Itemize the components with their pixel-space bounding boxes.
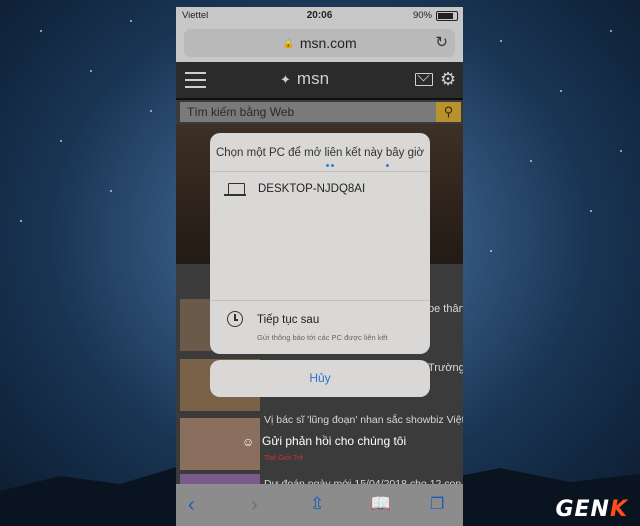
msn-header: ✦ msn ⚙ (176, 62, 463, 98)
status-bar: Viettel 20:06 90% (176, 7, 463, 24)
forward-icon[interactable]: › (251, 494, 258, 517)
feedback-icon: ☺ (242, 435, 255, 449)
url-field[interactable]: 🔒 msn.com ↻ (184, 29, 455, 57)
search-row: Tìm kiếm bằng Web ⚲ (176, 100, 463, 124)
continue-later-option[interactable]: Tiếp tục sau Gửi thông báo tới các PC đư… (210, 301, 430, 354)
msn-butterfly-icon: ✦ (280, 72, 291, 87)
safari-toolbar: ‹ › ⇫ 📖 ❐ (176, 484, 463, 526)
msn-logo[interactable]: ✦ msn (280, 69, 329, 89)
lock-icon: 🔒 (282, 37, 295, 49)
history-icon (227, 311, 243, 327)
pc-chooser-sheet: Chọn một PC để mở liên kết này bây giờ D… (210, 133, 430, 354)
continue-later-subtitle: Gửi thông báo tới các PC được liên kết (257, 333, 388, 342)
url-text: msn.com (299, 35, 357, 51)
device-option[interactable]: DESKTOP-NJDQ8AI (210, 172, 430, 208)
bookmarks-icon[interactable]: 📖 (370, 494, 391, 514)
sheet-title: Chọn một PC để mở liên kết này bây giờ (215, 147, 425, 159)
device-name: DESKTOP-NJDQ8AI (258, 183, 366, 195)
phone-screen: Viettel 20:06 90% 🔒 msn.com ↻ ✦ msn ⚙ Tìm… (176, 7, 463, 526)
laptop-icon (224, 183, 246, 196)
genk-watermark-logo: GENK (555, 497, 628, 522)
back-icon[interactable]: ‹ (188, 494, 195, 517)
search-icon[interactable]: ⚲ (436, 102, 461, 122)
web-search-input[interactable]: Tìm kiếm bằng Web (180, 102, 436, 122)
battery-percent: 90% (412, 10, 432, 21)
battery-icon (436, 11, 458, 21)
reload-icon[interactable]: ↻ (435, 33, 448, 51)
tabs-icon[interactable]: ❐ (430, 494, 444, 514)
cancel-button[interactable]: Hủy (210, 360, 430, 397)
mail-icon[interactable] (415, 73, 433, 86)
menu-icon[interactable] (185, 72, 206, 93)
safari-address-bar: 🔒 msn.com ↻ (176, 24, 463, 62)
continue-later-label: Tiếp tục sau (257, 314, 320, 326)
feedback-label[interactable]: Gửi phản hồi cho chúng tôi (262, 434, 406, 448)
gear-icon[interactable]: ⚙ (440, 69, 456, 90)
share-icon[interactable]: ⇫ (310, 494, 324, 514)
